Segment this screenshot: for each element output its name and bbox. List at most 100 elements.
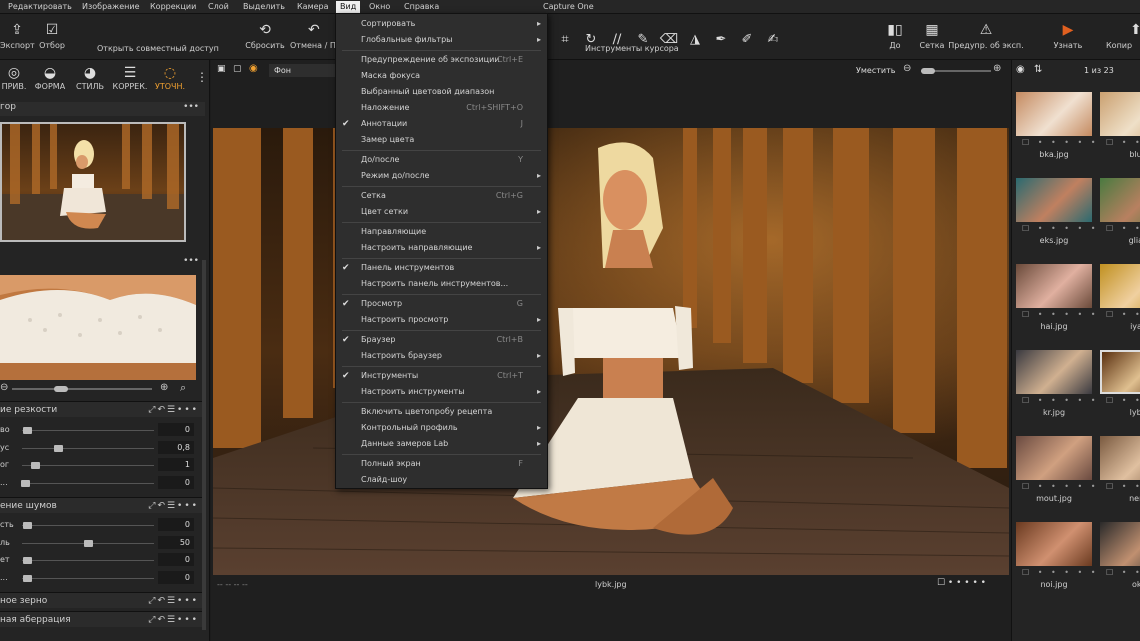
picker-icon[interactable]: ✍ bbox=[760, 32, 786, 47]
slider-knob[interactable] bbox=[84, 539, 93, 547]
menu-layer[interactable]: Слой bbox=[208, 2, 229, 11]
view-menu-item[interactable]: До/после Y bbox=[336, 152, 547, 168]
slider-knob[interactable] bbox=[23, 574, 33, 582]
eye-icon[interactable]: ◉ bbox=[1016, 64, 1025, 75]
copy-button[interactable]: ⬆ Копир bbox=[1106, 22, 1140, 50]
view-menu-item[interactable]: ✔ Просмотр G bbox=[336, 296, 547, 312]
tab-details[interactable]: ◌ УТОЧН. bbox=[150, 64, 190, 91]
rating-dots[interactable]: ☐ • • • • • bbox=[1106, 224, 1140, 233]
view-menu-item[interactable]: ✔ Инструменты Ctrl+T bbox=[336, 368, 547, 384]
learn-button[interactable]: ▶ Узнать bbox=[1046, 22, 1090, 50]
view-menu-item[interactable]: Настроить направляющие ▸ bbox=[336, 240, 547, 256]
slider-track[interactable] bbox=[22, 465, 154, 466]
gradient-icon[interactable]: ◮ bbox=[682, 32, 708, 47]
slider-value[interactable]: 0 bbox=[158, 553, 194, 566]
layer-select[interactable]: Фон bbox=[269, 64, 335, 77]
zoom-in-icon[interactable]: ⊕ bbox=[160, 382, 168, 393]
reset-button[interactable]: ⟲ Сбросить bbox=[244, 22, 286, 50]
filmstrip-thumbnail[interactable]: ☐ • • • • • ok. bbox=[1098, 518, 1140, 604]
view-menu-item[interactable]: ✔ Браузер Ctrl+B bbox=[336, 332, 547, 348]
slider-value[interactable]: 0 bbox=[158, 423, 194, 436]
rating-dots[interactable]: ☐ • • • • • bbox=[1022, 224, 1098, 233]
navigator-menu-icon[interactable]: ••• bbox=[183, 102, 199, 112]
tab-style[interactable]: ◕ СТИЛЬ bbox=[70, 64, 110, 91]
view-menu-item[interactable]: Маска фокуса bbox=[336, 68, 547, 84]
view-menu-item[interactable]: Слайд-шоу bbox=[336, 472, 547, 488]
rating-dots[interactable]: ☐ • • • • • bbox=[1106, 568, 1140, 577]
rating-dots[interactable]: ☐ • • • • • bbox=[1022, 482, 1098, 491]
multi-view-icon[interactable]: ▢ bbox=[233, 64, 242, 74]
filmstrip-thumbnail[interactable]: ☐ • • • • • blue bbox=[1098, 88, 1140, 174]
slider-value[interactable]: 50 bbox=[158, 535, 194, 549]
filmstrip-thumbnail[interactable]: ☐ • • • • • mout.jpg bbox=[1014, 432, 1095, 518]
exposure-warning-button[interactable]: ⚠ Предупр. об эксп. bbox=[948, 22, 1024, 50]
zoom-track[interactable] bbox=[12, 388, 152, 390]
grain-actions-icon[interactable]: ⤢↶☰••• bbox=[148, 593, 199, 609]
slider-knob[interactable] bbox=[20, 479, 30, 487]
view-menu-item[interactable]: Настроить панель инструментов... bbox=[336, 276, 547, 292]
view-menu-item[interactable]: Замер цвета bbox=[336, 132, 547, 148]
fit-button[interactable]: Уместить bbox=[856, 66, 895, 75]
proof-icon[interactable]: ◉ bbox=[249, 63, 258, 74]
zoom-out-icon[interactable]: ⊖ bbox=[0, 382, 8, 393]
navigator-thumbnail[interactable] bbox=[0, 122, 186, 242]
view-menu-item[interactable]: Режим до/после ▸ bbox=[336, 168, 547, 184]
filmstrip-thumbnail[interactable]: ☐ • • • • • kr.jpg bbox=[1014, 346, 1095, 432]
filmstrip-thumbnail[interactable]: ☐ • • • • • hai.jpg bbox=[1014, 260, 1095, 346]
slider-knob[interactable] bbox=[31, 462, 41, 469]
filmstrip-thumbnail[interactable]: ☐ • • • • • iya_ bbox=[1098, 260, 1140, 346]
rating-dots[interactable]: ☐ • • • • • bbox=[1022, 568, 1098, 577]
main-photo[interactable] bbox=[213, 128, 1009, 575]
slider-knob[interactable] bbox=[23, 557, 33, 564]
slider-value[interactable]: 0 bbox=[158, 570, 194, 584]
crop-icon[interactable]: ⌗ bbox=[552, 32, 578, 47]
view-menu-item[interactable]: Полный экран F bbox=[336, 456, 547, 472]
rating-dots[interactable]: ☐ • • • • • bbox=[1106, 310, 1140, 319]
sharpening-header[interactable]: ие резкости ⤢↶☰••• bbox=[0, 401, 205, 417]
view-menu-item[interactable]: Направляющие bbox=[336, 224, 547, 240]
view-menu-item[interactable]: Сетка Ctrl+G bbox=[336, 188, 547, 204]
pen-icon[interactable]: ✒ bbox=[708, 32, 734, 47]
aberration-header[interactable]: ная аберрация ⤢↶☰••• bbox=[0, 611, 205, 627]
view-menu-item[interactable]: Сортировать ▸ bbox=[336, 16, 547, 32]
filmstrip-thumbnail[interactable]: ☐ • • • • • gliac bbox=[1098, 174, 1140, 260]
view-menu-item[interactable]: Цвет сетки ▸ bbox=[336, 204, 547, 220]
menu-edit[interactable]: Редактировать bbox=[8, 2, 72, 11]
slider-value[interactable]: 0 bbox=[158, 475, 194, 489]
slider-track[interactable] bbox=[22, 577, 154, 579]
tab-shape[interactable]: ◒ ФОРМА bbox=[30, 64, 70, 91]
view-menu-item[interactable]: ✔ Аннотации J bbox=[336, 116, 547, 132]
open-shared-button[interactable]: Открыть совместный доступ bbox=[97, 44, 219, 53]
focus-menu-icon[interactable]: ••• bbox=[183, 256, 199, 266]
menu-adjustments[interactable]: Коррекции bbox=[150, 2, 196, 11]
rating-dots[interactable]: ☐ • • • • • bbox=[1022, 396, 1098, 405]
menu-image[interactable]: Изображение bbox=[82, 2, 140, 11]
sort-icon[interactable]: ⇅ bbox=[1034, 64, 1042, 75]
aberration-actions-icon[interactable]: ⤢↶☰••• bbox=[148, 612, 199, 628]
rating-dots[interactable]: ☐ • • • • • bbox=[1022, 138, 1098, 147]
viewer-zoom-out-icon[interactable]: ⊖ bbox=[903, 63, 911, 74]
select-button[interactable]: ☑ Отбор bbox=[38, 22, 66, 50]
before-button[interactable]: ▮▯ До bbox=[878, 22, 912, 50]
filmstrip-thumbnail[interactable]: ☐ • • • • • nem bbox=[1098, 432, 1140, 518]
filmstrip-thumbnail[interactable]: ☐ • • • • • noi.jpg bbox=[1014, 518, 1095, 604]
view-menu-item[interactable]: Наложение Ctrl+SHIFT+O bbox=[336, 100, 547, 116]
search-icon[interactable]: ⌕ bbox=[180, 381, 186, 395]
slider-knob[interactable] bbox=[53, 444, 63, 452]
export-button[interactable]: ⇪ Экспорт bbox=[0, 22, 35, 50]
view-menu-item[interactable]: Настроить просмотр ▸ bbox=[336, 312, 547, 328]
slider-knob[interactable] bbox=[23, 427, 33, 434]
menu-help[interactable]: Справка bbox=[404, 2, 439, 11]
filmstrip-thumbnail[interactable]: ☐ • • • • • eks.jpg bbox=[1014, 174, 1095, 260]
undo-button[interactable]: ↶ Отмена / П bbox=[290, 22, 336, 50]
more-icon[interactable]: ⋮ bbox=[196, 70, 208, 84]
tab-library[interactable]: ◎ ПРИВ. bbox=[0, 64, 34, 91]
noise-header[interactable]: ение шумов ⤢↶☰••• bbox=[0, 497, 205, 513]
rating-dots[interactable]: ☐ • • • • • bbox=[1106, 396, 1140, 405]
rating-dots[interactable]: ☐ • • • • • bbox=[1022, 310, 1098, 319]
slider-value[interactable]: 0,8 bbox=[158, 440, 194, 454]
menu-view[interactable]: Вид bbox=[336, 1, 361, 13]
grain-header[interactable]: ное зерно ⤢↶☰••• bbox=[0, 592, 205, 608]
view-menu-item[interactable]: Включить цветопробу рецепта bbox=[336, 404, 547, 420]
checkbox-icon[interactable]: ☐ • • • • • bbox=[937, 578, 986, 588]
